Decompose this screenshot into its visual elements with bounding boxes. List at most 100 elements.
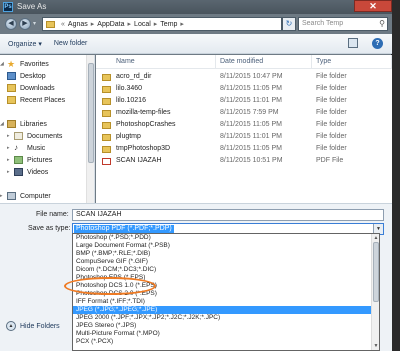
breadcrumb-item[interactable]: AppData — [97, 21, 124, 28]
file-row[interactable]: SCAN IJAZAH 8/11/2015 10:51 PM PDF File — [96, 155, 392, 167]
recent-locations-dropdown-icon[interactable]: ▾ — [33, 20, 36, 27]
expand-arrow-icon[interactable]: ▸ — [7, 145, 13, 151]
file-row[interactable]: plugtmp 8/11/2015 11:01 PM File folder — [96, 131, 392, 143]
file-row[interactable]: lilo.10216 8/11/2015 11:01 PM File folde… — [96, 95, 392, 107]
scrollbar-thumb[interactable] — [373, 242, 379, 302]
file-date: 8/11/2015 7:59 PM — [220, 109, 279, 116]
nav-label: Favorites — [20, 60, 49, 68]
dropdown-option[interactable]: IFF Format (*.IFF;*.TDI) — [73, 298, 379, 306]
expand-arrow-icon[interactable]: ▸ — [7, 133, 13, 139]
dropdown-scrollbar[interactable]: ▲ ▼ — [371, 234, 379, 350]
hide-folders-button[interactable]: ▲ Hide Folders — [6, 321, 60, 331]
collapse-arrow-icon[interactable]: ◢ — [0, 61, 6, 67]
savetype-dropdown-list: Photoshop (*.PSD;*.PDD) Large Document F… — [72, 233, 380, 351]
navigation-scrollbar[interactable] — [86, 55, 94, 203]
dropdown-option-selected[interactable]: JPEG (*.JPG;*.JPEG;*.JPE) — [73, 306, 379, 314]
search-input[interactable]: Search Temp ⚲ — [298, 17, 388, 31]
file-row[interactable]: tmpPhotoshop3D 8/11/2015 11:05 PM File f… — [96, 143, 392, 155]
expand-arrow-icon[interactable]: ▸ — [7, 169, 13, 175]
column-header-date[interactable]: Date modified — [216, 55, 312, 68]
file-type: File folder — [316, 97, 347, 104]
column-header-name[interactable]: Name — [96, 55, 216, 68]
breadcrumb-overflow[interactable]: « — [61, 21, 65, 28]
dropdown-option[interactable]: PCX (*.PCX) — [73, 338, 379, 346]
filename-input[interactable]: SCAN IJAZAH — [72, 209, 384, 221]
change-view-icon[interactable] — [348, 38, 358, 48]
expand-arrow-icon[interactable]: ▸ — [7, 157, 13, 163]
file-name: PhotoshopCrashes — [116, 121, 176, 128]
dropdown-option[interactable]: Photoshop DCS 2.0 (*.EPS) — [73, 290, 379, 298]
forward-button[interactable]: ▶ — [19, 18, 31, 30]
new-folder-button[interactable]: New folder — [54, 40, 87, 47]
file-date: 8/11/2015 11:05 PM — [220, 145, 283, 152]
collapse-up-icon: ▲ — [6, 321, 16, 331]
nav-computer[interactable]: ▸ Computer — [0, 190, 94, 202]
scroll-down-icon[interactable]: ▼ — [372, 342, 379, 350]
folder-icon — [102, 122, 111, 129]
folder-icon — [102, 146, 111, 153]
dropdown-option[interactable]: BMP (*.BMP;*.RLE;*.DIB) — [73, 250, 379, 258]
close-button[interactable]: ✕ — [354, 0, 392, 12]
breadcrumb-item[interactable]: Local — [134, 21, 151, 28]
savetype-label: Save as type: — [28, 225, 71, 232]
folder-icon — [102, 110, 111, 117]
file-date: 8/11/2015 11:01 PM — [220, 97, 283, 104]
column-header-type[interactable]: Type — [312, 55, 392, 68]
dropdown-option[interactable]: Large Document Format (*.PSB) — [73, 242, 379, 250]
back-button[interactable]: ◀ — [5, 18, 17, 30]
collapse-arrow-icon[interactable]: ◢ — [0, 121, 6, 127]
sidebar-item-pictures[interactable]: ▸ Pictures — [7, 154, 94, 166]
file-name: mozilla-temp-files — [116, 109, 171, 116]
help-icon[interactable]: ? — [372, 38, 383, 49]
scrollbar-thumb[interactable] — [88, 63, 94, 163]
nav-label: Libraries — [20, 120, 47, 128]
file-row[interactable]: lilo.3460 8/11/2015 11:05 PM File folder — [96, 83, 392, 95]
recent-places-icon — [7, 96, 16, 104]
file-row[interactable]: mozilla-temp-files 8/11/2015 7:59 PM Fil… — [96, 107, 392, 119]
sidebar-item-recent-places[interactable]: Recent Places — [7, 94, 94, 106]
navigation-pane: ◢ ★ Favorites Desktop Downloads Recent P… — [0, 55, 95, 203]
downloads-icon — [7, 84, 16, 92]
breadcrumb-item[interactable]: Temp — [160, 21, 177, 28]
dropdown-option[interactable]: Multi-Picture Format (*.MPO) — [73, 330, 379, 338]
file-type: PDF File — [316, 157, 344, 164]
address-bar[interactable]: « Agnas ▸ AppData ▸ Local ▸ Temp ▸ — [42, 17, 282, 31]
documents-icon — [14, 132, 23, 140]
file-row[interactable]: PhotoshopCrashes 8/11/2015 11:05 PM File… — [96, 119, 392, 131]
dropdown-option[interactable]: JPEG 2000 (*.JPF;*.JPX;*.JP2;*.J2C;*.J2K… — [73, 314, 379, 322]
dropdown-option[interactable]: Photoshop DCS 1.0 (*.EPS) — [73, 282, 379, 290]
expand-arrow-icon[interactable]: ▸ — [0, 193, 6, 199]
pictures-icon — [14, 156, 23, 164]
folder-icon — [102, 74, 111, 81]
forward-arrow-icon: ▶ — [22, 20, 28, 27]
back-arrow-icon: ◀ — [8, 20, 14, 27]
nav-libraries[interactable]: ◢ Libraries — [0, 118, 94, 130]
dropdown-option[interactable]: JPEG Stereo (*.JPS) — [73, 322, 379, 330]
dropdown-option[interactable]: CompuServe GIF (*.GIF) — [73, 258, 379, 266]
breadcrumb-separator-icon[interactable]: ▸ — [154, 20, 158, 28]
file-type: File folder — [316, 145, 347, 152]
sidebar-item-documents[interactable]: ▸ Documents — [7, 130, 94, 142]
hide-folders-label: Hide Folders — [20, 322, 60, 330]
sidebar-item-videos[interactable]: ▸ Videos — [7, 166, 94, 178]
breadcrumb-separator-icon[interactable]: ▸ — [128, 20, 132, 28]
nav-favorites[interactable]: ◢ ★ Favorites — [0, 58, 94, 70]
file-date: 8/11/2015 10:51 PM — [220, 157, 283, 164]
scroll-up-icon[interactable]: ▲ — [372, 234, 379, 242]
nav-label: Downloads — [20, 84, 55, 92]
dropdown-option[interactable]: Photoshop EPS (*.EPS) — [73, 274, 379, 282]
organize-button[interactable]: Organize ▾ — [8, 40, 42, 48]
file-row[interactable]: acro_rd_dir 8/11/2015 10:47 PM File fold… — [96, 71, 392, 83]
breadcrumb-separator-icon[interactable]: ▸ — [91, 20, 95, 28]
file-type: File folder — [316, 85, 347, 92]
refresh-button[interactable]: ↻ — [282, 17, 296, 31]
sidebar-item-music[interactable]: ▸ ♪ Music — [7, 142, 94, 154]
nav-label: Desktop — [20, 72, 46, 80]
sidebar-item-desktop[interactable]: Desktop — [7, 70, 94, 82]
breadcrumb-separator-icon[interactable]: ▸ — [180, 20, 184, 28]
breadcrumb-item[interactable]: Agnas — [68, 21, 88, 28]
dropdown-option[interactable]: Dicom (*.DCM;*.DC3;*.DIC) — [73, 266, 379, 274]
file-name: plugtmp — [116, 133, 141, 140]
sidebar-item-downloads[interactable]: Downloads — [7, 82, 94, 94]
dropdown-option[interactable]: Photoshop (*.PSD;*.PDD) — [73, 234, 379, 242]
